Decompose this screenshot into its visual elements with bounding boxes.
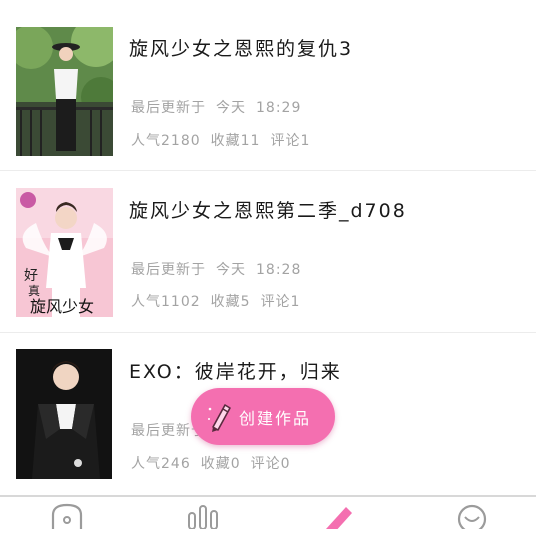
favorites-count: 收藏11 (210, 133, 261, 149)
updated-label: 最后更新于 (131, 262, 206, 278)
updated-label: 最后更新于 (131, 100, 206, 116)
comments-count: 评论1 (270, 133, 311, 149)
tab-profile[interactable] (454, 503, 490, 533)
favorites-count: 收藏0 (200, 456, 241, 472)
bottom-tab-bar (0, 495, 536, 533)
updated-time: 18:28 (256, 262, 302, 278)
cover-image (16, 27, 113, 156)
create-work-label: 创建作品 (239, 408, 312, 428)
work-title[interactable]: 旋风少女之恩熙的复仇3 (129, 34, 353, 61)
comments-count: 评论1 (260, 294, 301, 310)
pencil-icon (208, 403, 231, 432)
work-stats: 人气1102 收藏5 评论1 (131, 291, 300, 311)
updated-day: 今天 (216, 100, 246, 116)
popularity-count: 人气246 (131, 456, 191, 472)
work-stats: 人气246 收藏0 评论0 (131, 453, 291, 473)
svg-text:真: 真 (28, 284, 40, 298)
list-item[interactable]: 旋风少女之恩熙的复仇3 最后更新于 今天 18:29 人气2180 收藏11 评论1 (0, 10, 536, 171)
cover-image (16, 349, 112, 479)
list-item[interactable]: 好 真 旋风少女 旋风少女之恩熙第二季_d708 最后更新于 今天 18:28 人气… (0, 172, 536, 333)
smiley-face-icon (457, 504, 487, 533)
home-icon (51, 503, 83, 529)
work-title[interactable]: 旋风少女之恩熙第二季_d708 (129, 196, 407, 223)
work-title[interactable]: EXO：彼岸花开，归来 (129, 357, 342, 384)
comments-count: 评论0 (250, 456, 291, 472)
update-info: 最后更新于 今天 18:28 (131, 259, 301, 279)
tab-home[interactable] (49, 503, 85, 529)
updated-time: 18:29 (256, 100, 302, 116)
updated-day: 今天 (216, 262, 246, 278)
create-work-button[interactable]: 创建作品 (191, 388, 335, 445)
favorites-count: 收藏5 (210, 294, 251, 310)
popularity-count: 人气2180 (131, 133, 201, 149)
cover-image: 好 真 旋风少女 (16, 188, 113, 317)
popularity-count: 人气1102 (131, 294, 201, 310)
update-info: 最后更新于 今天 18:29 (131, 97, 301, 117)
svg-text:旋风少女: 旋风少女 (30, 297, 94, 316)
tab-ranking[interactable] (186, 503, 222, 530)
bar-chart-icon (188, 505, 218, 530)
svg-text:好: 好 (24, 268, 38, 284)
tab-create[interactable] (320, 503, 356, 533)
work-stats: 人气2180 收藏11 评论1 (131, 130, 310, 150)
pencil-icon (326, 507, 352, 533)
